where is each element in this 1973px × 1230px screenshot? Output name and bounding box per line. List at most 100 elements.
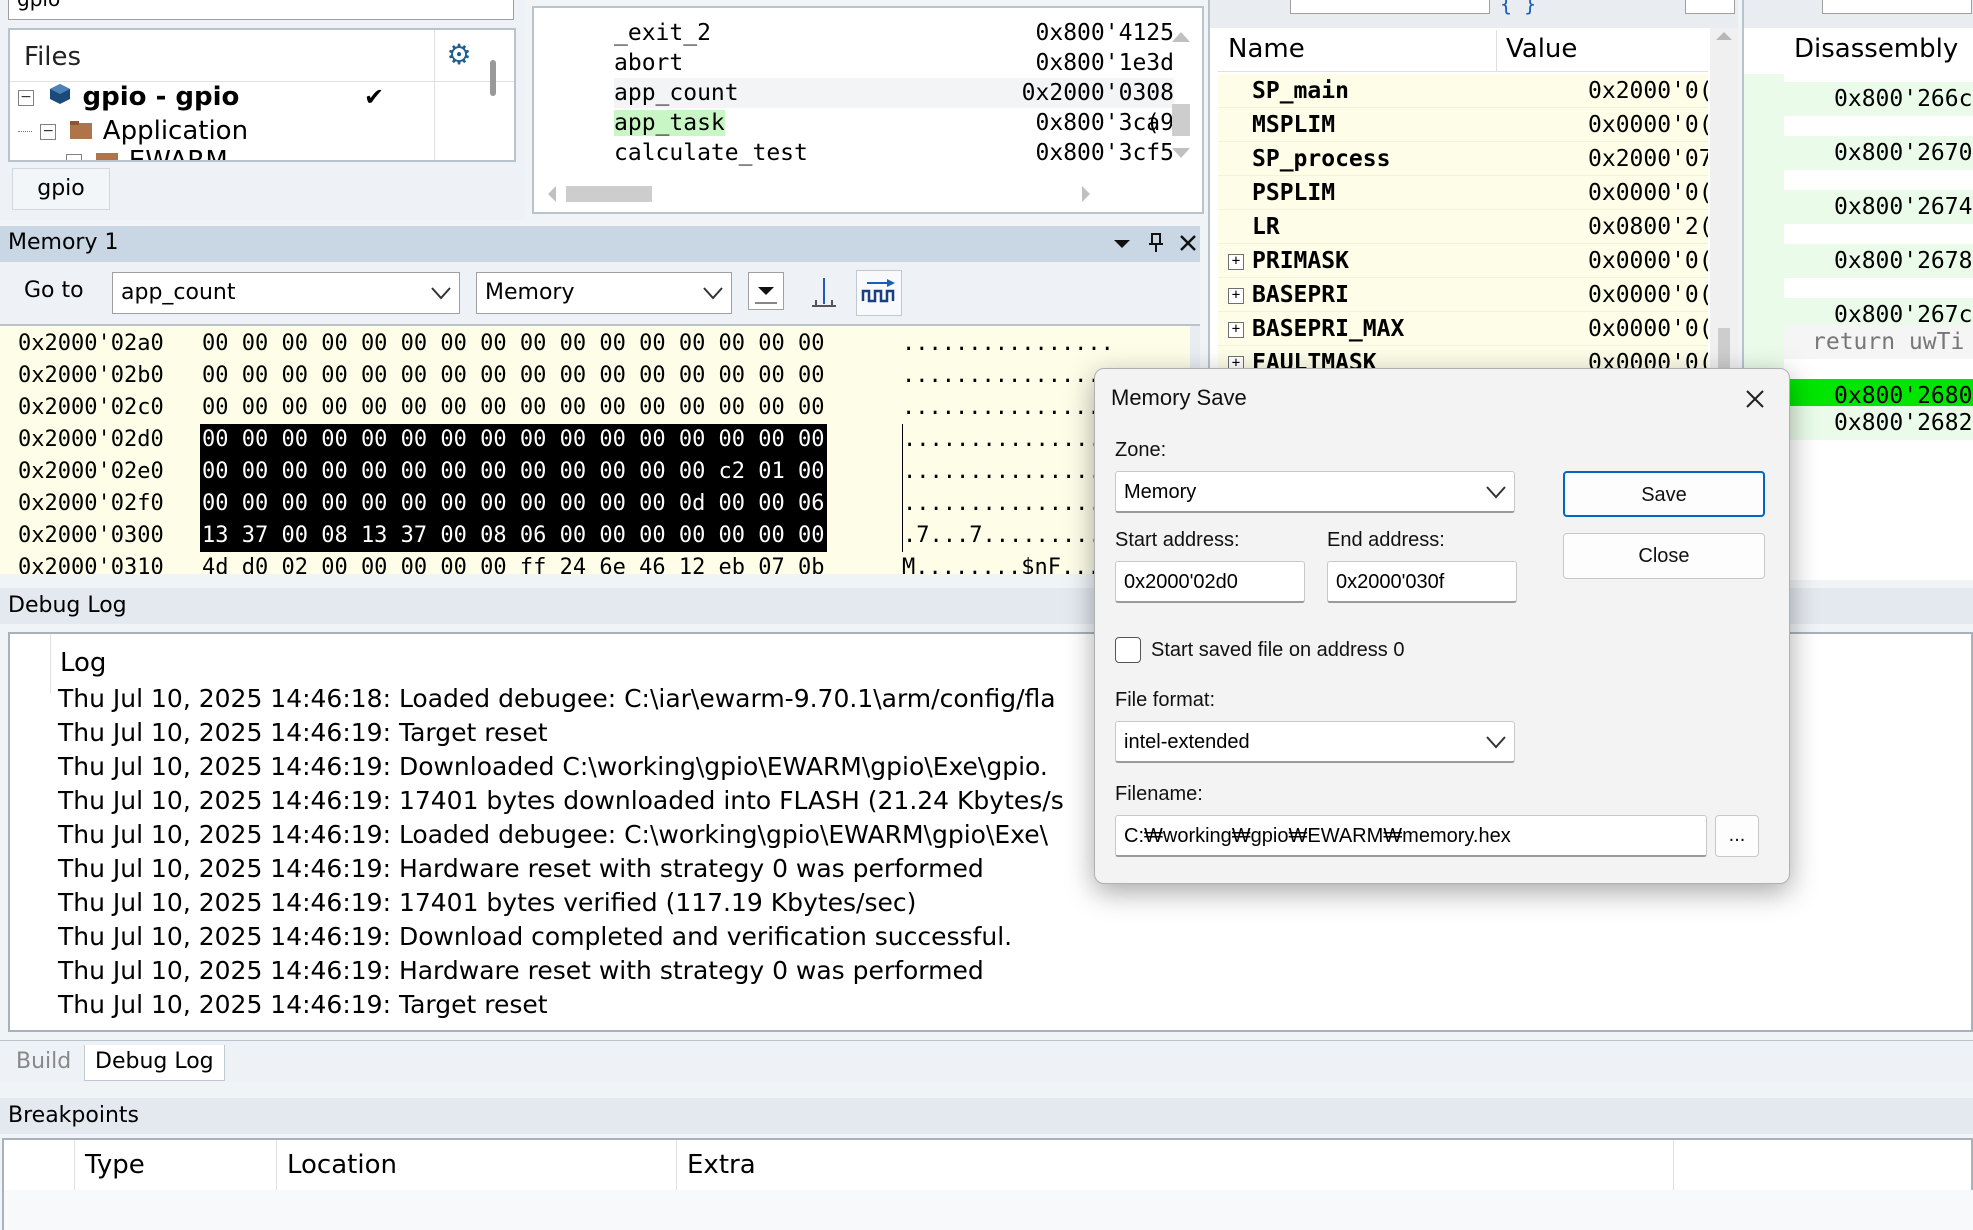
files-scrollbar[interactable] [490,60,496,96]
disassembly-row[interactable]: 0x800'2670 [1784,136,1973,170]
memory-bytes[interactable]: 00 00 00 00 00 00 00 00 00 00 00 00 00 c… [200,456,827,488]
memory-ascii[interactable]: ................ [902,392,1114,424]
collapse-icon[interactable]: − [66,153,83,160]
log-line[interactable]: Thu Jul 10, 2025 14:46:19: Downloaded C:… [58,750,1048,784]
memory-fill-icon[interactable] [804,272,844,314]
log-line[interactable]: Thu Jul 10, 2025 14:46:19: Hardware rese… [58,852,984,886]
expand-icon[interactable]: + [1228,322,1244,338]
memory-ascii[interactable]: ................ [902,424,1115,456]
memory-options-dropdown[interactable] [748,272,784,310]
memory-live-update-icon[interactable] [856,270,902,316]
memory-ascii[interactable]: M........$nF.... [902,552,1114,574]
column-name-header[interactable]: Name [1228,34,1305,64]
register-row[interactable]: + PRIMASK 0x0000'0( [1218,244,1708,278]
memory-bytes[interactable]: 00 00 00 00 00 00 00 00 00 00 00 00 0d 0… [200,488,827,520]
log-line[interactable]: Thu Jul 10, 2025 14:46:18: Loaded debuge… [58,682,1056,716]
log-line[interactable]: Thu Jul 10, 2025 14:46:19: Target reset [58,716,548,750]
memory-bytes[interactable]: 00 00 00 00 00 00 00 00 00 00 00 00 00 0… [200,392,827,424]
disassembly-row[interactable]: 0x800'2682 [1784,406,1973,440]
close-button[interactable]: Close [1563,533,1765,579]
memory-bytes[interactable]: 00 00 00 00 00 00 00 00 00 00 00 00 00 0… [200,424,827,456]
log-line[interactable]: Thu Jul 10, 2025 14:46:19: Download comp… [58,920,1012,954]
register-row[interactable]: + BASEPRI_MAX 0x0000'0( [1218,312,1708,346]
browse-button[interactable]: ... [1715,815,1759,857]
log-line[interactable]: Thu Jul 10, 2025 14:46:19: Hardware rese… [58,954,984,988]
symbols-horizontal-scrollbar[interactable] [544,178,1144,208]
goto-combo[interactable]: app_count [112,272,460,314]
registers-scrollbar[interactable] [1710,28,1738,370]
tree-item-project[interactable]: − gpio - gpio ✔ [18,80,384,114]
disassembly-row[interactable]: 0x800'2674 [1784,190,1973,224]
register-row[interactable]: LR 0x0800'2( [1218,210,1708,244]
close-icon[interactable] [1176,230,1200,256]
files-config-combo[interactable]: gpio [8,0,514,20]
symbol-row[interactable]: app_task 0x800'3ca9 [614,108,1174,138]
memory-dump[interactable]: 0x2000'02a0 00 00 00 00 00 00 00 00 00 00… [0,324,1200,574]
memory-bytes[interactable]: 00 00 00 00 00 00 00 00 00 00 00 00 00 0… [200,328,827,360]
column-location-header[interactable]: Location [276,1140,676,1190]
symbol-row[interactable]: _exit_2 0x800'4125 [614,18,1174,48]
dropdown-arrow-icon[interactable] [1110,230,1134,256]
disassembly-row[interactable]: 0x800'266c [1784,82,1973,116]
register-value: 0x0000'0( [1588,282,1708,308]
memory-bytes[interactable]: 13 37 00 08 13 37 00 08 06 00 00 00 00 0… [200,520,827,552]
file-format-select[interactable]: intel-extended [1115,721,1515,763]
symbols-vertical-scrollbar[interactable] [1164,12,1198,172]
tab-build[interactable]: Build [6,1045,81,1081]
tree-item-application[interactable]: − Application [18,114,248,148]
memory-ascii[interactable]: .7...7.......... [902,520,1115,552]
memory-ascii[interactable]: ................ [902,456,1115,488]
breakpoints-body[interactable] [4,1190,1973,1230]
expand-icon[interactable]: + [1228,254,1244,270]
registers-combo[interactable] [1290,0,1490,14]
zone-select[interactable]: Memory [1115,471,1515,513]
memory-bytes[interactable]: 4d d0 02 00 00 00 00 00 ff 24 6e 46 12 e… [200,552,827,574]
close-icon[interactable] [1735,379,1775,419]
column-type-header[interactable]: Type [74,1140,276,1190]
column-extra-header[interactable]: Extra [676,1140,1674,1190]
gear-icon[interactable]: ⚙ [442,38,476,72]
filename-field[interactable]: C:₩working₩gpio₩EWARM₩memory.hex [1115,815,1707,857]
register-row[interactable]: SP_main 0x2000'0( [1218,74,1708,108]
log-line[interactable]: Thu Jul 10, 2025 14:46:19: 17401 bytes v… [58,886,916,920]
register-row[interactable]: + FAULTMASK 0x0000'0( [1218,346,1708,370]
save-button[interactable]: Save [1563,471,1765,517]
disassembly-goto-field[interactable] [1822,0,1972,14]
browse-label: ... [1728,824,1746,846]
register-row[interactable]: MSPLIM 0x0000'0( [1218,108,1708,142]
tree-item-ewarm[interactable]: − EWARM [18,144,228,160]
log-line[interactable]: Thu Jul 10, 2025 14:46:19: 17401 bytes d… [58,784,1064,818]
tab-debug-log[interactable]: Debug Log [84,1045,225,1081]
memory-window-titlebar: Memory 1 [0,226,1200,262]
log-line[interactable]: Thu Jul 10, 2025 14:46:19: Target reset [58,988,548,1022]
braces-icon[interactable]: { } [1500,0,1536,16]
log-line[interactable]: Thu Jul 10, 2025 14:46:19: Loaded debuge… [58,818,1048,852]
memory-ascii[interactable]: ................ [902,488,1115,520]
register-row[interactable]: + BASEPRI 0x0000'0( [1218,278,1708,312]
registers-toolbar: { } [1210,0,1738,28]
end-address-field[interactable]: 0x2000'030f [1327,561,1517,603]
register-row[interactable]: PSPLIM 0x0000'0( [1218,176,1708,210]
start-address-field[interactable]: 0x2000'02d0 [1115,561,1305,603]
memory-bytes[interactable]: 00 00 00 00 00 00 00 00 00 00 00 00 00 0… [200,360,827,392]
collapse-icon[interactable]: − [18,89,34,106]
start-on-address-zero-checkbox[interactable] [1115,637,1141,663]
collapse-icon[interactable]: − [40,123,57,140]
column-value-header[interactable]: Value [1506,34,1577,64]
symbol-row[interactable]: app_count 0x2000'0308 [614,78,1174,108]
symbol-row[interactable]: calculate_test 0x800'3cf5 [614,138,1174,168]
memory-ascii[interactable]: ................ [902,360,1114,392]
memory-ascii[interactable]: ................ [902,328,1114,360]
tree-item-label: gpio - gpio [82,82,240,112]
disassembly-row[interactable]: 0x800'2678 [1784,244,1973,278]
pin-icon[interactable] [1144,230,1168,256]
log-column-header[interactable]: Log [60,648,106,678]
source-line[interactable]: return uwTi [1784,325,1973,359]
register-row[interactable]: SP_process 0x2000'07 [1218,142,1708,176]
registers-find-field[interactable] [1685,0,1735,14]
memory-zone-combo[interactable]: Memory [476,272,732,314]
symbol-row[interactable]: abort 0x800'1e3d [614,48,1174,78]
tree-line [18,131,32,132]
tab-gpio[interactable]: gpio [12,168,110,210]
expand-icon[interactable]: + [1228,288,1244,304]
